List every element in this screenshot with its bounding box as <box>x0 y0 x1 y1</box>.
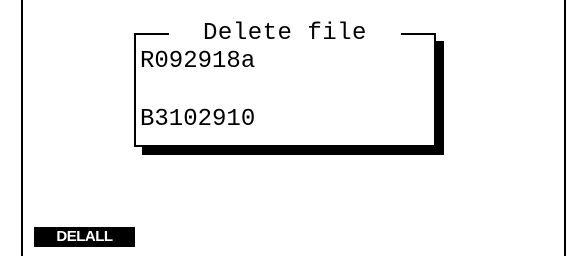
dialog-title: Delete file <box>169 20 401 48</box>
file-item[interactable]: R092918a <box>140 48 255 76</box>
delall-softkey[interactable]: DELALL <box>34 227 135 247</box>
file-item[interactable]: B3102910 <box>140 106 255 134</box>
delete-file-dialog: Delete file R092918a B3102910 <box>134 20 436 147</box>
